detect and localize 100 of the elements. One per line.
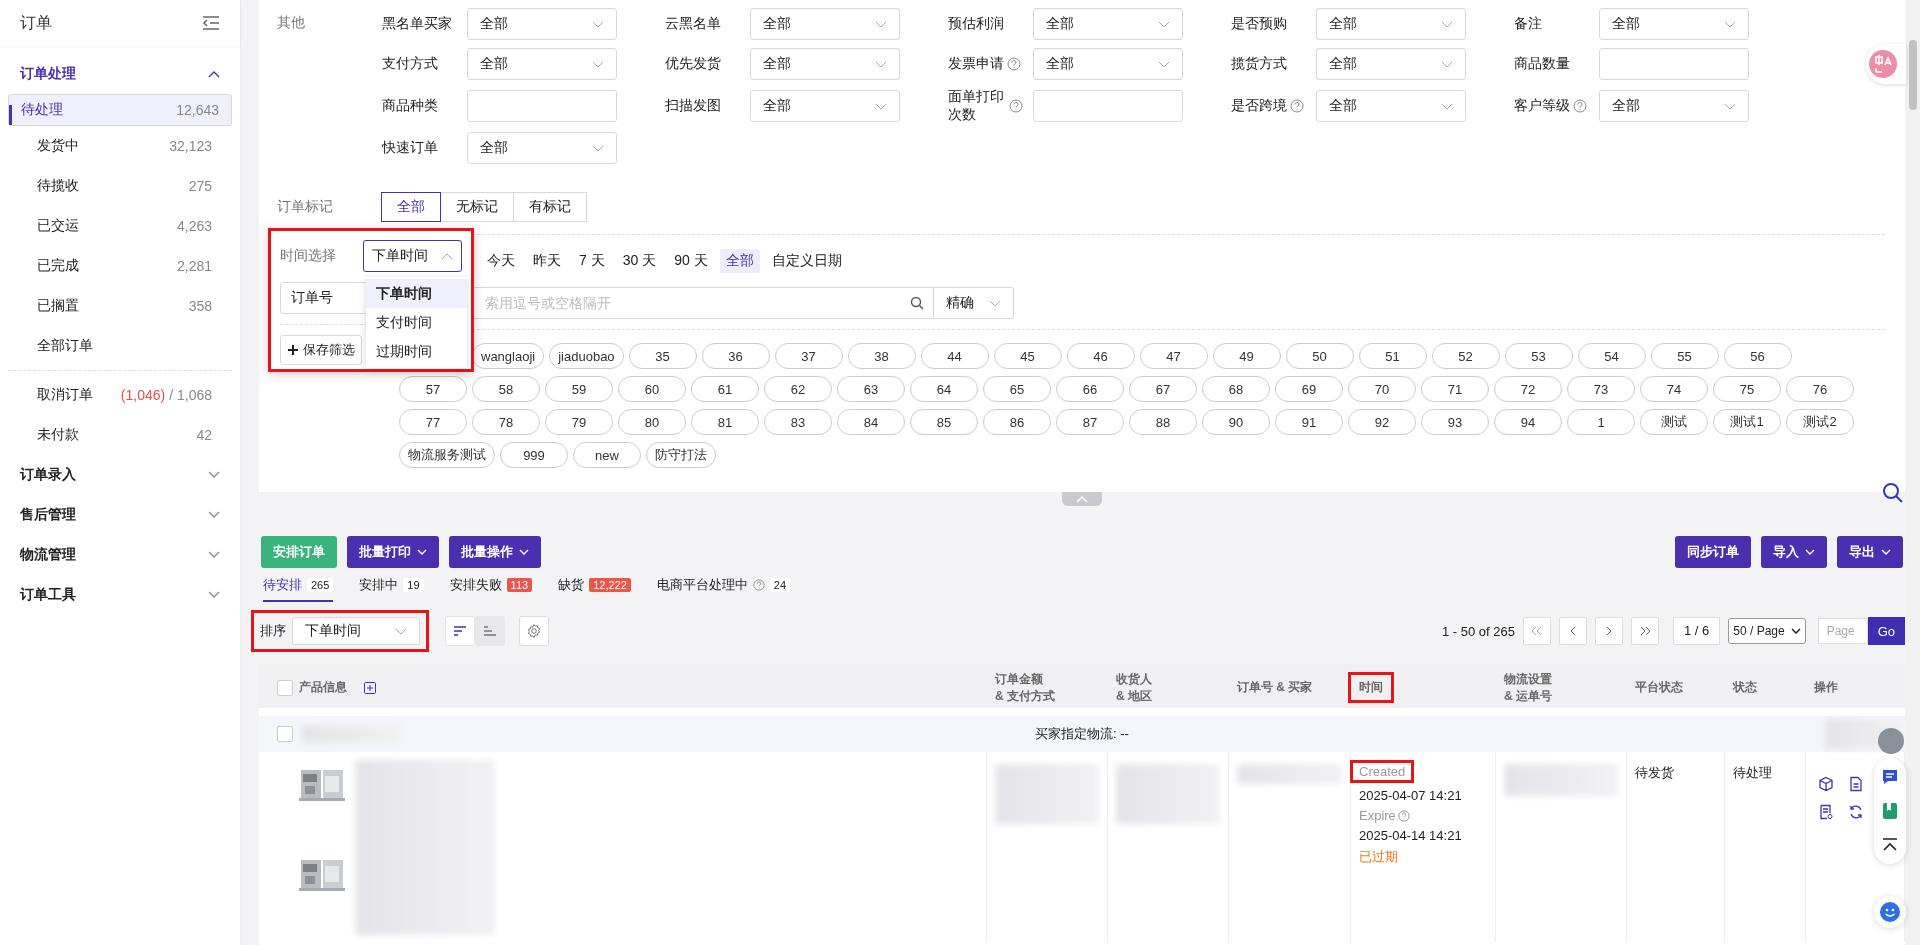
tag-chip[interactable]: 66 <box>1056 376 1124 402</box>
tag-chip[interactable]: 52 <box>1431 343 1500 369</box>
tag-chip[interactable]: 物流服务测试 <box>399 442 495 468</box>
action-button[interactable]: 批量打印 <box>347 536 439 568</box>
tag-chip[interactable]: 68 <box>1202 376 1270 402</box>
search-icon[interactable] <box>1882 482 1904 504</box>
translate-button[interactable] <box>1866 44 1906 84</box>
match-select[interactable]: 精确 <box>934 287 1014 319</box>
save-filter-button[interactable]: 保存筛选 <box>280 335 362 365</box>
tag-chip[interactable]: 92 <box>1348 409 1416 435</box>
time-type-select[interactable]: 下单时间 <box>363 240 462 272</box>
time-range-option[interactable]: 90 天 <box>668 249 714 273</box>
tag-chip[interactable]: 55 <box>1650 343 1719 369</box>
document-icon[interactable] <box>1848 776 1864 792</box>
tag-chip[interactable]: 45 <box>993 343 1062 369</box>
tag-chip[interactable]: 测试 <box>1640 409 1708 435</box>
tag-chip[interactable]: 86 <box>983 409 1051 435</box>
select-field[interactable]: 全部 <box>1316 48 1466 80</box>
menu-item[interactable]: 待处理 12,643 <box>8 94 232 126</box>
tag-chip[interactable]: 测试2 <box>1786 409 1854 435</box>
tag-chip[interactable]: 83 <box>764 409 832 435</box>
tag-chip[interactable]: 91 <box>1275 409 1343 435</box>
tag-chip[interactable]: 65 <box>983 376 1051 402</box>
tag-chip[interactable]: 50 <box>1285 343 1354 369</box>
checkbox[interactable] <box>277 726 293 742</box>
menu-section[interactable]: 订单录入 <box>0 455 240 495</box>
tag-chip[interactable]: 61 <box>691 376 759 402</box>
menu-section[interactable]: 订单处理 <box>0 54 240 94</box>
tag-chip[interactable]: 76 <box>1786 376 1854 402</box>
time-range-option[interactable]: 自定义日期 <box>765 249 848 273</box>
tag-chip[interactable]: 73 <box>1567 376 1635 402</box>
help-icon[interactable] <box>1573 99 1587 113</box>
tag-chip[interactable]: 44 <box>920 343 989 369</box>
tag-chip[interactable]: 94 <box>1494 409 1562 435</box>
segment-tab[interactable]: 有标记 <box>513 192 587 222</box>
tag-chip[interactable]: 54 <box>1577 343 1646 369</box>
tag-chip[interactable]: 88 <box>1129 409 1197 435</box>
menu-item[interactable]: 已交运 4,263 <box>8 206 232 246</box>
tag-chip[interactable]: 58 <box>472 376 540 402</box>
list-icon[interactable] <box>1818 804 1834 820</box>
menu-item[interactable]: 全部订单 <box>8 326 232 366</box>
time-range-option[interactable]: 昨天 <box>527 249 567 273</box>
tag-chip[interactable]: 74 <box>1640 376 1708 402</box>
tag-chip[interactable]: 测试1 <box>1713 409 1781 435</box>
status-tab[interactable]: 待安排 265 <box>263 570 334 602</box>
tag-chip[interactable]: 71 <box>1421 376 1489 402</box>
settings-button[interactable] <box>519 616 549 646</box>
tag-chip[interactable]: wanglaoji <box>472 343 545 369</box>
tag-chip[interactable]: 67 <box>1129 376 1197 402</box>
time-range-option[interactable]: 全部 <box>719 249 760 273</box>
input-field[interactable] <box>467 90 617 122</box>
tag-chip[interactable]: 75 <box>1713 376 1781 402</box>
first-page-button[interactable] <box>1523 617 1551 645</box>
menu-section[interactable]: 物流管理 <box>0 535 240 575</box>
select-field[interactable]: 全部 <box>467 48 617 80</box>
tag-chip[interactable]: 70 <box>1348 376 1416 402</box>
page-input[interactable]: Page <box>1817 618 1868 644</box>
chat-icon[interactable] <box>1881 768 1899 786</box>
checkbox[interactable] <box>277 679 293 696</box>
tag-chip[interactable]: 1 <box>1567 409 1635 435</box>
sort-ascending-button[interactable] <box>475 616 505 646</box>
menu-item[interactable]: 发货中 32,123 <box>8 126 232 166</box>
select-field[interactable]: 全部 <box>1033 8 1183 40</box>
tag-chip[interactable]: 37 <box>774 343 843 369</box>
action-button[interactable]: 导出 <box>1837 536 1903 568</box>
tag-chip[interactable]: 79 <box>545 409 613 435</box>
tag-chip[interactable]: 60 <box>618 376 686 402</box>
tag-chip[interactable]: 防守打法 <box>646 442 716 468</box>
select-field[interactable]: 全部 <box>1033 48 1183 80</box>
tag-chip[interactable]: 77 <box>399 409 467 435</box>
menu-section[interactable]: 售后管理 <box>0 495 240 535</box>
help-icon[interactable] <box>1290 99 1304 113</box>
select-field[interactable]: 全部 <box>467 8 617 40</box>
help-icon[interactable] <box>1397 809 1410 822</box>
refresh-icon[interactable] <box>1848 804 1864 820</box>
tag-chip[interactable]: 80 <box>618 409 686 435</box>
status-tab[interactable]: 安排失败 113 <box>449 570 533 602</box>
select-field[interactable]: 全部 <box>1316 8 1466 40</box>
dropdown-option[interactable]: 下单时间 <box>366 279 467 308</box>
select-field[interactable]: 全部 <box>467 132 617 164</box>
tag-chip[interactable]: 36 <box>701 343 770 369</box>
menu-item[interactable]: 已搁置 358 <box>8 286 232 326</box>
dropdown-option[interactable]: 过期时间 <box>366 337 467 366</box>
tag-chip[interactable]: 59 <box>545 376 613 402</box>
segment-tab[interactable]: 无标记 <box>440 192 514 222</box>
page-size-select[interactable]: 50 / Page <box>1728 618 1806 644</box>
select-field[interactable]: 全部 <box>750 48 900 80</box>
last-page-button[interactable] <box>1631 617 1659 645</box>
tag-chip[interactable]: 47 <box>1139 343 1208 369</box>
tag-chip[interactable]: 69 <box>1275 376 1343 402</box>
input-field[interactable] <box>1599 48 1749 80</box>
package-icon[interactable] <box>1818 776 1834 792</box>
tag-chip[interactable]: 90 <box>1202 409 1270 435</box>
help-icon[interactable] <box>752 579 765 591</box>
select-field[interactable]: 全部 <box>1599 8 1749 40</box>
tag-chip[interactable]: 64 <box>910 376 978 402</box>
tag-chip[interactable]: jiaduobao <box>549 343 624 369</box>
sort-select[interactable]: 下单时间 <box>292 617 420 645</box>
tag-chip[interactable]: 38 <box>847 343 916 369</box>
tag-chip[interactable]: 999 <box>500 442 568 468</box>
